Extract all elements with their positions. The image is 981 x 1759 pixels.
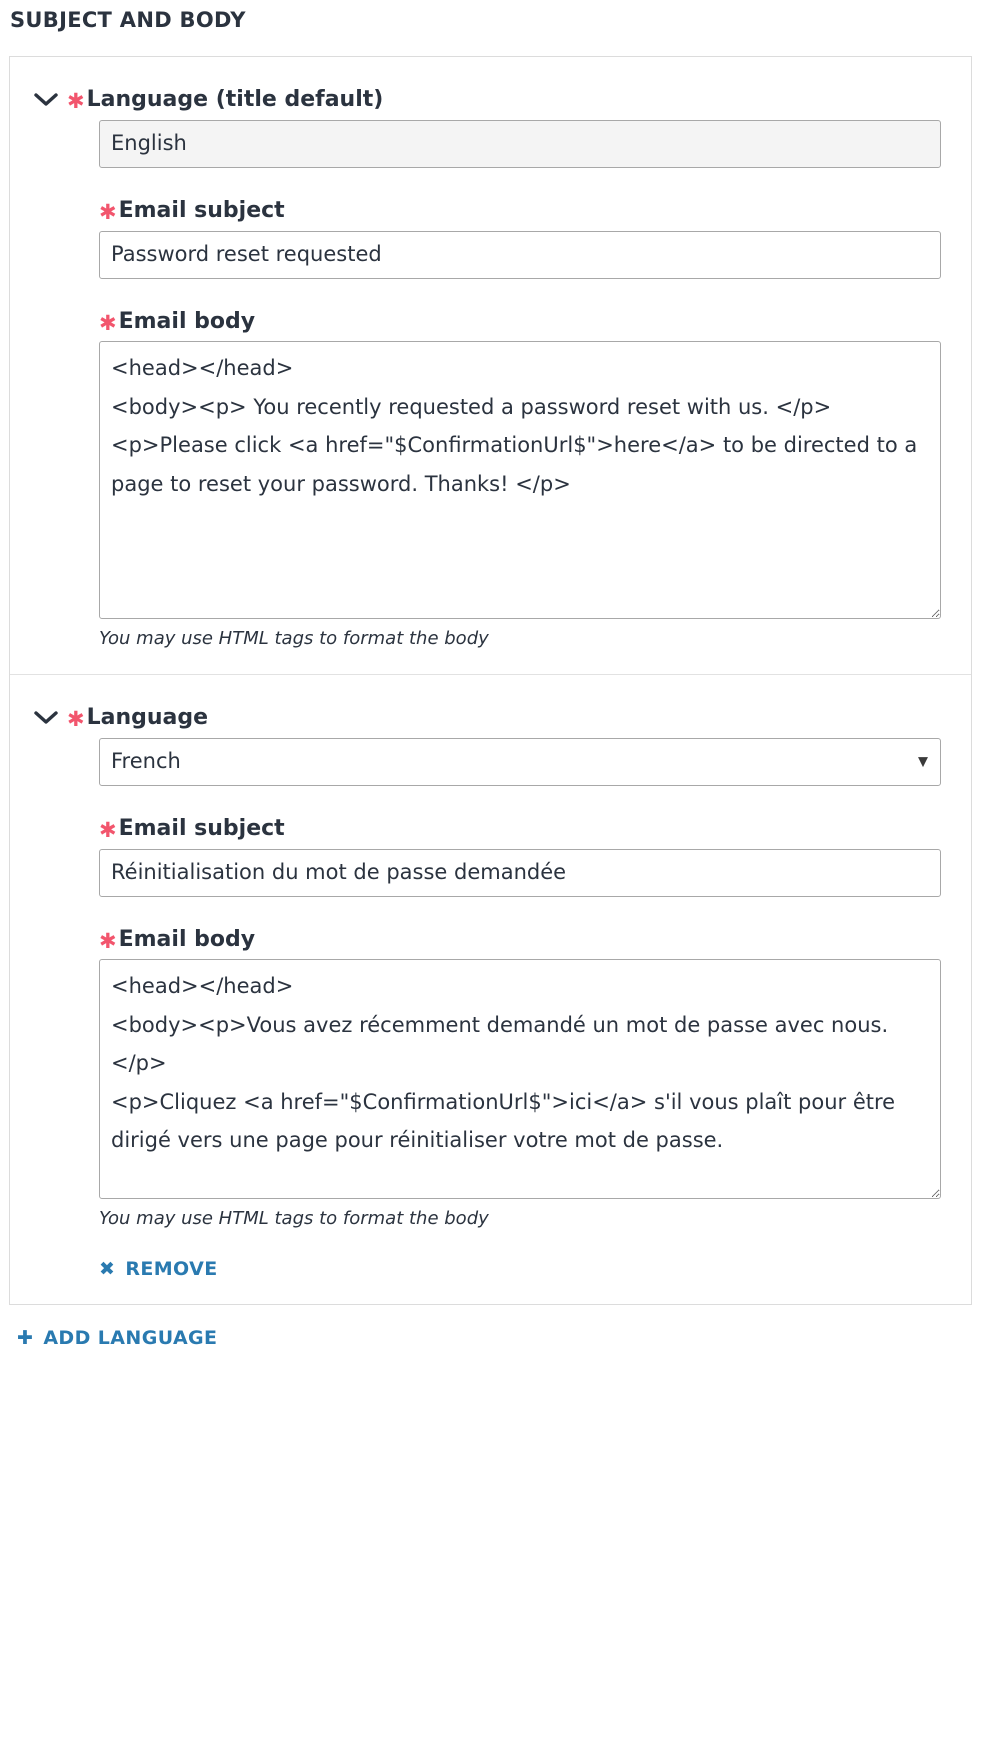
language-block-french: ✱Language French ▼ ✱Email subject ✱Em	[10, 673, 971, 1304]
body-label-text: Email body	[118, 926, 256, 952]
plus-icon: ✚	[17, 1327, 34, 1350]
subject-input-english[interactable]	[99, 230, 941, 279]
subject-label: ✱Email subject	[99, 816, 285, 842]
add-language-label: ADD LANGUAGE	[43, 1326, 218, 1349]
language-label-row: ✱Language (title default)	[33, 87, 941, 113]
language-input-english[interactable]	[99, 120, 941, 169]
language-label-row: ✱Language	[33, 705, 941, 731]
required-asterisk: ✱	[67, 706, 85, 731]
language-select-french[interactable]: French	[99, 738, 941, 787]
chevron-down-icon[interactable]	[33, 710, 67, 726]
required-asterisk: ✱	[99, 200, 117, 225]
body-label-row: ✱Email body	[99, 309, 941, 335]
subject-label-row: ✱Email subject	[99, 816, 941, 842]
remove-row: ✖ REMOVE	[99, 1258, 941, 1280]
subject-label-row: ✱Email subject	[99, 198, 941, 224]
language-select-shell: French ▼	[99, 738, 941, 787]
remove-language-label: REMOVE	[125, 1257, 218, 1280]
language-label-text: Language (title default)	[86, 87, 384, 113]
subject-label-text: Email subject	[118, 816, 285, 842]
required-asterisk: ✱	[99, 310, 117, 335]
close-icon: ✖	[99, 1258, 116, 1281]
subject-and-body-page: SUBJECT AND BODY ✱Language (title defaul…	[0, 0, 981, 1349]
subject-field-wrap	[99, 848, 941, 897]
body-textarea-english[interactable]: <head></head> <body><p> You recently req…	[99, 341, 941, 620]
language-field-wrap: French ▼	[99, 738, 941, 787]
language-field-wrap	[99, 120, 941, 169]
body-label: ✱Email body	[99, 927, 255, 953]
language-label: ✱Language	[67, 705, 208, 731]
remove-language-button[interactable]: ✖ REMOVE	[99, 1258, 218, 1280]
subject-label: ✱Email subject	[99, 198, 285, 224]
required-asterisk: ✱	[99, 928, 117, 953]
body-label: ✱Email body	[99, 309, 255, 335]
page-title: SUBJECT AND BODY	[10, 8, 246, 32]
body-label-text: Email body	[118, 308, 256, 334]
language-label: ✱Language (title default)	[67, 87, 383, 113]
body-field-wrap: <head></head> <body><p>Vous avez récemme…	[99, 959, 941, 1200]
add-row: ✚ ADD LANGUAGE	[17, 1327, 972, 1349]
subject-field-wrap	[99, 230, 941, 279]
required-asterisk: ✱	[99, 818, 117, 843]
subject-input-french[interactable]	[99, 848, 941, 897]
body-label-row: ✱Email body	[99, 927, 941, 953]
body-helper-text: You may use HTML tags to format the body	[99, 1208, 489, 1230]
required-asterisk: ✱	[67, 89, 85, 114]
body-helper-text: You may use HTML tags to format the body	[99, 628, 489, 650]
body-textarea-french[interactable]: <head></head> <body><p>Vous avez récemme…	[99, 959, 941, 1200]
language-label-text: Language	[86, 704, 209, 730]
subject-label-text: Email subject	[118, 198, 285, 224]
chevron-down-icon[interactable]	[33, 92, 67, 108]
languages-panel: ✱Language (title default) ✱Email subject…	[9, 56, 972, 1305]
add-language-button[interactable]: ✚ ADD LANGUAGE	[17, 1327, 217, 1349]
language-block-english: ✱Language (title default) ✱Email subject…	[10, 57, 971, 674]
body-field-wrap: <head></head> <body><p> You recently req…	[99, 341, 941, 620]
